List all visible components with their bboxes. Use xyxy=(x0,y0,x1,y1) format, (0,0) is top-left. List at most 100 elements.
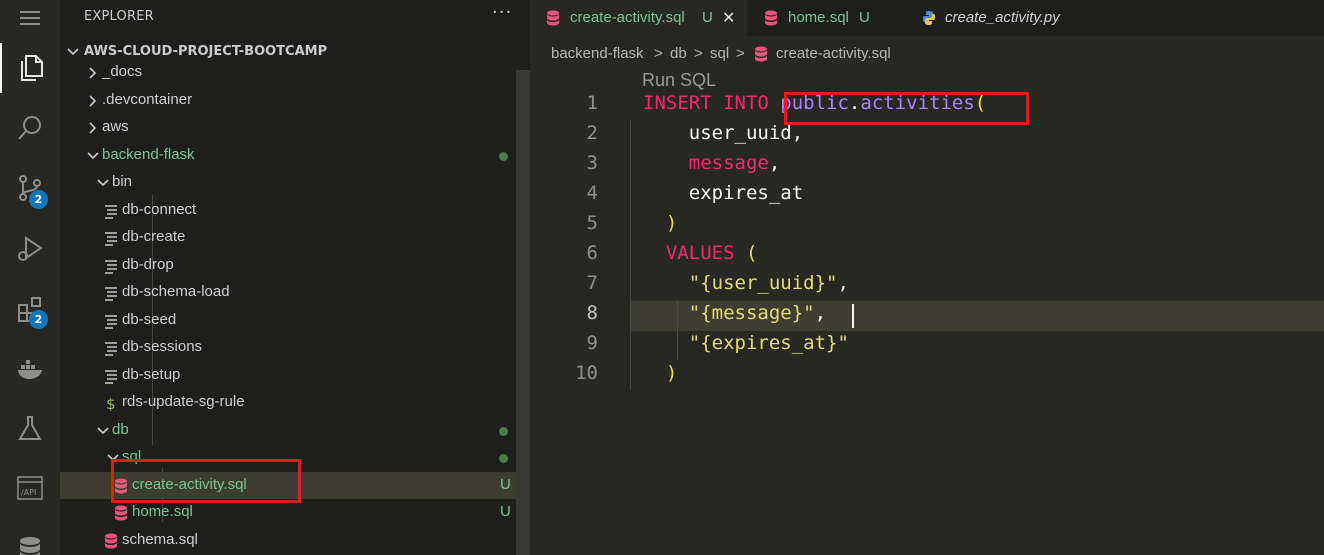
docker-icon[interactable] xyxy=(0,343,60,393)
code-line[interactable]: ) xyxy=(643,362,677,384)
breadcrumb-separator: > xyxy=(736,45,745,62)
run-debug-icon[interactable] xyxy=(0,223,60,273)
code-line[interactable]: "{message}", xyxy=(643,302,826,324)
tab-label: home.sql xyxy=(788,9,849,26)
line-number: 10 xyxy=(575,362,598,384)
code-token: "{message}" xyxy=(688,302,815,324)
explorer-icon[interactable] xyxy=(0,43,60,93)
close-icon[interactable]: ✕ xyxy=(722,8,735,28)
breadcrumb-item[interactable]: create-activity.sql xyxy=(776,45,891,62)
highlight-box-file xyxy=(111,459,301,503)
line-number: 4 xyxy=(586,182,598,204)
source-control-icon[interactable] xyxy=(0,163,60,213)
scrollbar-thumb[interactable] xyxy=(516,70,530,555)
code-token: ) xyxy=(665,362,678,384)
tab-home-sql[interactable]: home.sql U xyxy=(747,0,904,36)
git-modified-dot xyxy=(499,152,508,161)
code-token: , xyxy=(768,152,781,174)
tree-item[interactable]: db-drop xyxy=(60,252,530,279)
tree-item-label: home.sql xyxy=(132,503,193,520)
line-number: 2 xyxy=(586,122,598,144)
breadcrumb-item[interactable]: sql xyxy=(710,45,729,62)
text-file-icon xyxy=(105,342,117,356)
git-modified-dot xyxy=(499,427,508,436)
text-file-icon xyxy=(105,205,117,219)
breadcrumb-item[interactable]: backend-flask xyxy=(551,45,644,62)
git-modified-dot xyxy=(499,454,508,463)
tree-item[interactable]: db-setup xyxy=(60,362,530,389)
git-status: U xyxy=(500,476,511,493)
tab-create-activity-sql[interactable]: create-activity.sql U ✕ xyxy=(530,0,747,36)
code-token: ) xyxy=(665,212,678,234)
tree-item[interactable]: db-sessions xyxy=(60,334,530,361)
database-icon[interactable] xyxy=(0,523,60,555)
tree-item-label: aws xyxy=(102,118,129,135)
tree-item[interactable]: db-seed xyxy=(60,307,530,334)
chevron-down-icon xyxy=(97,427,109,435)
tree-item[interactable]: aws xyxy=(60,114,530,141)
menu-icon[interactable] xyxy=(0,0,60,43)
breadcrumb-item[interactable]: db xyxy=(670,45,687,62)
sidebar-scrollbar[interactable] xyxy=(516,70,530,555)
code-line[interactable]: expires_at xyxy=(643,182,803,204)
extensions-icon[interactable] xyxy=(0,283,60,333)
code-line[interactable]: VALUES ( xyxy=(643,242,758,264)
tree-item[interactable]: db xyxy=(60,417,530,444)
tree-item[interactable]: home.sql U xyxy=(60,499,530,526)
code-line[interactable]: ) xyxy=(643,212,677,234)
code-line[interactable]: "{user_uuid}", xyxy=(643,272,849,294)
code-token: expires_at xyxy=(643,182,804,204)
more-actions-icon[interactable]: ··· xyxy=(492,2,512,23)
text-file-icon xyxy=(105,287,117,301)
tree-item-label: db-sessions xyxy=(122,338,203,355)
code-token: VALUES xyxy=(665,242,746,264)
search-icon[interactable] xyxy=(0,103,60,153)
tree-item[interactable]: bin xyxy=(60,169,530,196)
tree-item[interactable]: db-schema-load xyxy=(60,279,530,306)
tab-bar: create-activity.sql U ✕ home.sql U creat… xyxy=(530,0,1324,36)
breadcrumb-separator: > xyxy=(654,45,663,62)
code-token: ( xyxy=(745,242,758,264)
tree-item[interactable]: schema.sql xyxy=(60,527,530,554)
chevron-down-icon xyxy=(67,48,79,56)
tree-item[interactable]: .devcontainer xyxy=(60,87,530,114)
code-line[interactable]: "{expires_at}" xyxy=(643,332,849,354)
tree-item[interactable]: db-connect xyxy=(60,197,530,224)
run-sql-codelens[interactable]: Run SQL xyxy=(642,70,716,91)
testing-icon[interactable] xyxy=(0,403,60,453)
code-token: message xyxy=(688,152,769,174)
tree-item-label: db-schema-load xyxy=(122,283,230,300)
highlight-box-table xyxy=(784,92,1029,125)
editor-group: create-activity.sql U ✕ home.sql U creat… xyxy=(530,0,1324,555)
shell-file-icon: $ xyxy=(106,395,116,411)
activity-bar: 2 2 /API xyxy=(0,0,60,555)
code-line[interactable]: message, xyxy=(643,152,781,174)
tree-item[interactable]: db-create xyxy=(60,224,530,251)
tree-item-label: db xyxy=(112,421,129,438)
code-editor[interactable]: Run SQL 1 INSERT INTO public.activities(2… xyxy=(530,70,1324,555)
database-file-icon xyxy=(115,505,127,521)
code-token: INSERT INTO xyxy=(643,92,781,114)
chevron-right-icon xyxy=(89,67,97,79)
breadcrumb-separator: > xyxy=(694,45,703,62)
code-line[interactable]: user_uuid, xyxy=(643,122,803,144)
tree-item-label: rds-update-sg-rule xyxy=(122,393,245,410)
tab-create-activity-py[interactable]: create_activity.py xyxy=(904,0,1098,36)
text-cursor xyxy=(852,304,854,328)
line-number: 7 xyxy=(586,272,598,294)
tree-item-label: bin xyxy=(112,173,133,190)
database-file-icon xyxy=(105,533,117,549)
breadcrumb: backend-flask > db > sql > create-activi… xyxy=(530,36,1324,70)
tree-item[interactable]: $ rds-update-sg-rule xyxy=(60,389,530,416)
line-number: 6 xyxy=(586,242,598,264)
tree-item[interactable]: backend-flask xyxy=(60,142,530,169)
tree-item-label: db-setup xyxy=(122,366,181,383)
explorer-title: EXPLORER xyxy=(84,9,154,24)
api-icon[interactable]: /API xyxy=(0,463,60,513)
tree-item[interactable]: _docs xyxy=(60,59,530,86)
chevron-right-icon xyxy=(89,95,97,107)
